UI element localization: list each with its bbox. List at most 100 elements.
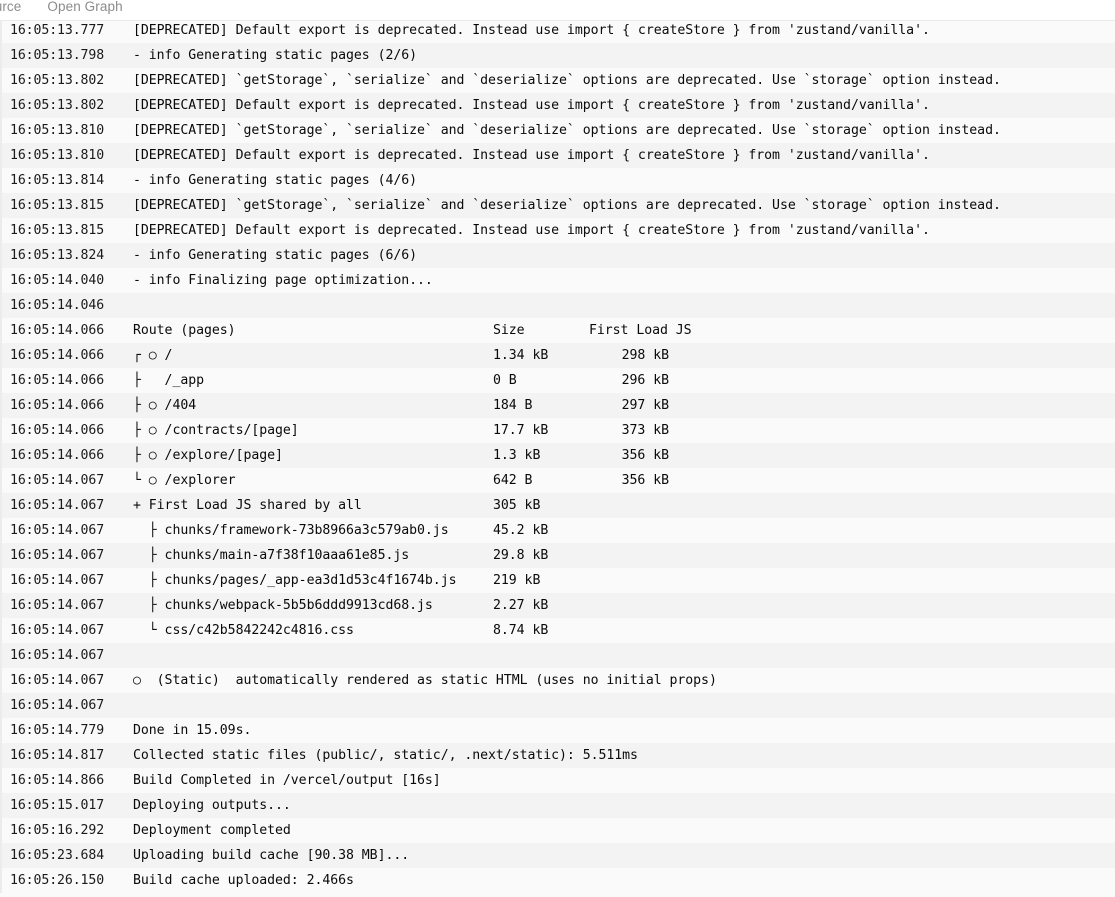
log-message: ├ /_app 0 B 296 kB: [120, 368, 1115, 393]
log-message: - info Generating static pages (2/6): [133, 48, 418, 63]
log-route-cell: Route (pages): [133, 323, 236, 338]
log-route-cell: ├ chunks/webpack-5b5b6ddd9913cd68.js: [133, 598, 433, 613]
log-row: 16:05:14.067 ├ chunks/main-a7f38f10aaa61…: [0, 543, 1115, 568]
log-row: 16:05:14.779 Done in 15.09s.: [0, 718, 1115, 743]
log-timestamp: 16:05:14.067: [0, 668, 120, 693]
log-timestamp: 16:05:13.798: [0, 43, 120, 68]
log-first-load-cell: 296 kB: [621, 373, 669, 388]
log-timestamp: 16:05:14.067: [0, 693, 120, 718]
log-route-cell: ├ ○ /contracts/[page]: [133, 423, 299, 438]
log-timestamp: 16:05:14.040: [0, 268, 120, 293]
log-timestamp: 16:05:13.810: [0, 143, 120, 168]
log-row: 16:05:13.798 - info Generating static pag…: [0, 43, 1115, 68]
log-size-cell: 17.7 kB: [493, 423, 549, 438]
log-timestamp: 16:05:13.810: [0, 118, 120, 143]
log-size-cell: 1.3 kB: [493, 448, 541, 463]
log-row: 16:05:13.810 [DEPRECATED] `getStorage`, `…: [0, 118, 1115, 143]
log-message: ┌ ○ / 1.34 kB 298 kB: [120, 343, 1115, 368]
log-timestamp: 16:05:13.802: [0, 68, 120, 93]
log-size-cell: 2.27 kB: [493, 598, 549, 613]
log-message: [DEPRECATED] Default export is deprecate…: [133, 98, 930, 113]
log-route-cell: ├ chunks/pages/_app-ea3d1d53c4f1674b.js: [133, 573, 457, 588]
tab-source[interactable]: Source: [0, 0, 21, 20]
log-route-cell: └ css/c42b5842242c4816.css: [133, 623, 354, 638]
log-timestamp: 16:05:14.067: [0, 643, 120, 668]
log-size-cell: 0 B: [493, 373, 517, 388]
log-first-load-cell: 356 kB: [621, 448, 669, 463]
log-message: ├ chunks/main-a7f38f10aaa61e85.js 29.8 kB: [120, 543, 1115, 568]
build-log-panel[interactable]: 16:05:13.777 [DEPRECATED] Default export …: [0, 21, 1115, 897]
log-row: 16:05:14.040 - info Finalizing page optim…: [0, 268, 1115, 293]
log-timestamp: 16:05:13.815: [0, 193, 120, 218]
log-timestamp: 16:05:14.067: [0, 493, 120, 518]
build-log-rows: 16:05:13.777 [DEPRECATED] Default export …: [0, 21, 1115, 893]
log-message: Deployment completed: [133, 823, 291, 838]
log-size-cell: 642 B: [493, 473, 533, 488]
log-route-cell: ┌ ○ /: [133, 348, 173, 363]
log-row: 16:05:16.292 Deployment completed: [0, 818, 1115, 843]
log-message: - info Generating static pages (4/6): [133, 173, 418, 188]
log-message: [DEPRECATED] Default export is deprecate…: [133, 23, 930, 38]
log-row: 16:05:13.777 [DEPRECATED] Default export …: [0, 21, 1115, 43]
log-message: [DEPRECATED] Default export is deprecate…: [133, 148, 930, 163]
log-row: 16:05:23.684 Uploading build cache [90.38…: [0, 843, 1115, 868]
log-size-cell: 29.8 kB: [493, 548, 549, 563]
tab-open-graph[interactable]: Open Graph: [47, 0, 122, 20]
log-row: 16:05:13.810 [DEPRECATED] Default export …: [0, 143, 1115, 168]
log-timestamp: 16:05:14.066: [0, 318, 120, 343]
log-message: ├ chunks/framework-73b8966a3c579ab0.js 45…: [120, 518, 1115, 543]
log-route-cell: ├ chunks/main-a7f38f10aaa61e85.js: [133, 548, 410, 563]
log-message: - info Finalizing page optimization...: [133, 273, 433, 288]
log-timestamp: 16:05:14.866: [0, 768, 120, 793]
log-row: 16:05:13.815 [DEPRECATED] Default export …: [0, 218, 1115, 243]
log-size-cell: Size: [493, 323, 525, 338]
log-timestamp: 16:05:14.067: [0, 468, 120, 493]
log-size-cell: 184 B: [493, 398, 533, 413]
log-message: └ css/c42b5842242c4816.css 8.74 kB: [120, 618, 1115, 643]
log-timestamp: 16:05:13.814: [0, 168, 120, 193]
log-route-cell: ├ ○ /explore/[page]: [133, 448, 283, 463]
log-route-cell: + First Load JS shared by all: [133, 498, 362, 513]
log-timestamp: 16:05:13.777: [0, 21, 120, 43]
log-route-cell: ├ chunks/framework-73b8966a3c579ab0.js: [133, 523, 449, 538]
log-timestamp: 16:05:16.292: [0, 818, 120, 843]
log-message: ├ ○ /explore/[page] 1.3 kB 356 kB: [120, 443, 1115, 468]
log-row: 16:05:14.066 ├ ○ /explore/[page] 1.3 kB 356…: [0, 443, 1115, 468]
log-first-load-cell: 297 kB: [621, 398, 669, 413]
log-row: 16:05:14.067 ├ chunks/pages/_app-ea3d1d5…: [0, 568, 1115, 593]
log-row: 16:05:14.067 + First Load JS shared by al…: [0, 493, 1115, 518]
log-first-load-cell: 298 kB: [621, 348, 669, 363]
log-row: 16:05:14.067 └ css/c42b5842242c4816.css 8…: [0, 618, 1115, 643]
log-size-cell: 305 kB: [493, 498, 541, 513]
log-timestamp: 16:05:26.150: [0, 868, 120, 893]
log-timestamp: 16:05:14.779: [0, 718, 120, 743]
log-size-cell: 8.74 kB: [493, 623, 549, 638]
log-row: 16:05:14.066 ┌ ○ / 1.34 kB 298 kB: [0, 343, 1115, 368]
log-row: 16:05:14.066 ├ ○ /contracts/[page] 17.7 kB…: [0, 418, 1115, 443]
log-row: 16:05:14.067: [0, 643, 1115, 668]
log-row: 16:05:14.067 ├ chunks/framework-73b8966a…: [0, 518, 1115, 543]
log-row: 16:05:14.067: [0, 693, 1115, 718]
log-row: 16:05:13.824 - info Generating static pag…: [0, 243, 1115, 268]
log-row: 16:05:26.150 Build cache uploaded: 2.466s: [0, 868, 1115, 893]
log-size-cell: 1.34 kB: [493, 348, 549, 363]
log-message: - info Generating static pages (6/6): [133, 248, 418, 263]
log-message: ├ ○ /404 184 B 297 kB: [120, 393, 1115, 418]
log-timestamp: 16:05:13.815: [0, 218, 120, 243]
log-message: + First Load JS shared by all 305 kB: [120, 493, 1115, 518]
log-row: 16:05:13.815 [DEPRECATED] `getStorage`, `…: [0, 193, 1115, 218]
log-timestamp: 16:05:14.067: [0, 543, 120, 568]
log-message: ├ ○ /contracts/[page] 17.7 kB 373 kB: [120, 418, 1115, 443]
log-timestamp: 16:05:14.066: [0, 343, 120, 368]
log-first-load-cell: 356 kB: [621, 473, 669, 488]
log-row: 16:05:14.066 ├ ○ /404 184 B 297 kB: [0, 393, 1115, 418]
log-row: 16:05:14.067 ├ chunks/webpack-5b5b6ddd99…: [0, 593, 1115, 618]
log-timestamp: 16:05:15.017: [0, 793, 120, 818]
log-row: 16:05:14.067 ○ (Static) automatically ren…: [0, 668, 1115, 693]
log-timestamp: 16:05:13.802: [0, 93, 120, 118]
log-message: [DEPRECATED] `getStorage`, `serialize` a…: [133, 198, 1001, 213]
log-message: Uploading build cache [90.38 MB]...: [133, 848, 410, 863]
log-message: [DEPRECATED] `getStorage`, `serialize` a…: [133, 123, 1001, 138]
log-message: Build Completed in /vercel/output [16s]: [133, 773, 441, 788]
log-row: 16:05:13.802 [DEPRECATED] Default export …: [0, 93, 1115, 118]
